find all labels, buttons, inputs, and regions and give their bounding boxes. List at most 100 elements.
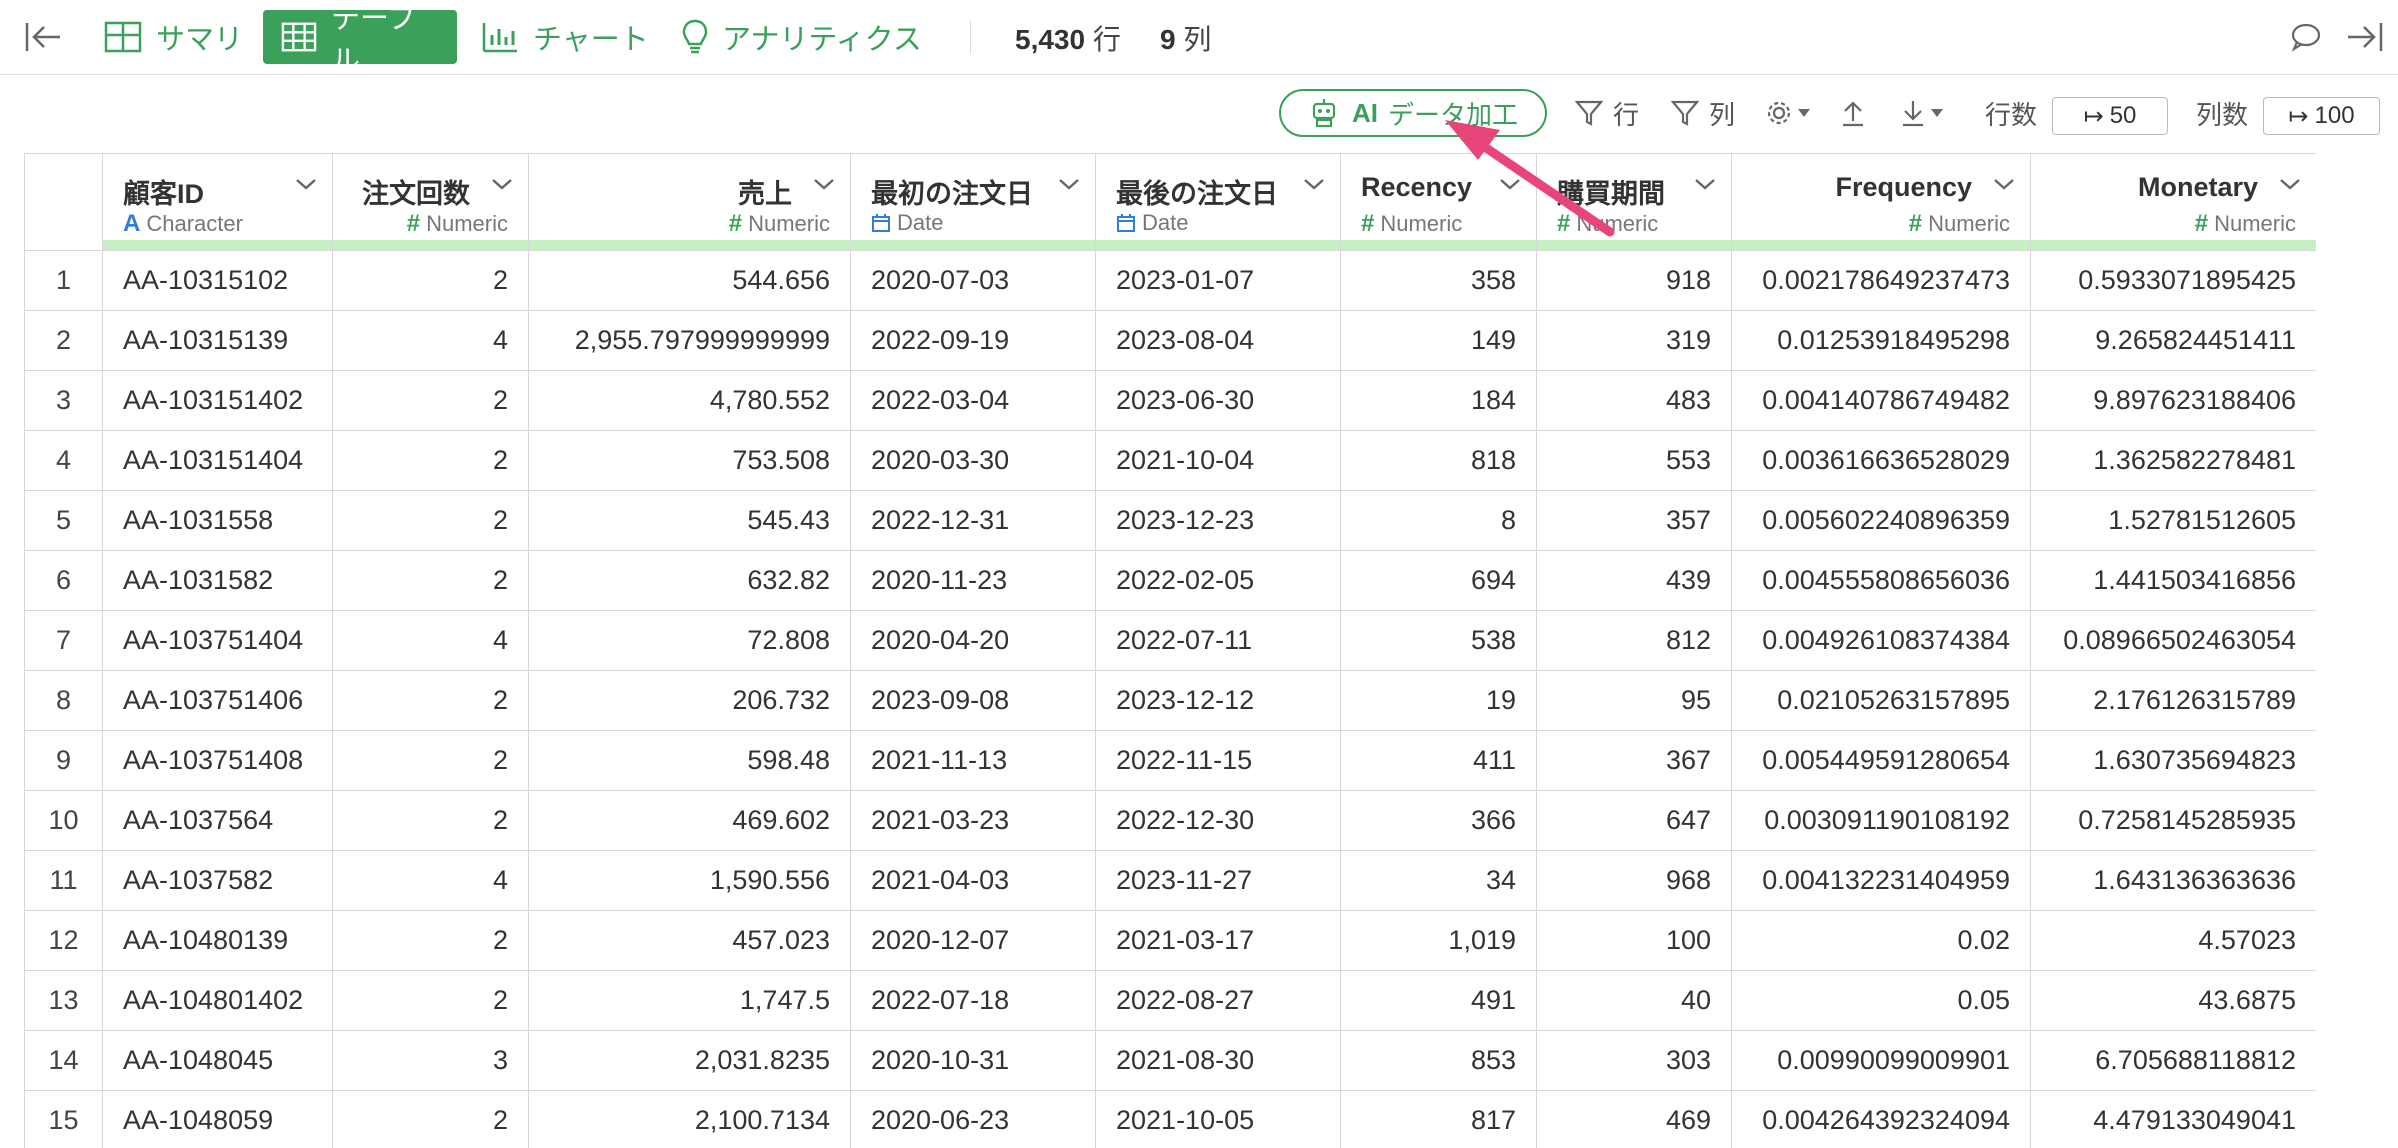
column-header-sales[interactable]: 売上 # Numeric [528, 153, 851, 251]
table-cell[interactable]: 2 [332, 1090, 529, 1148]
table-cell[interactable]: 2,955.797999999999 [528, 310, 851, 371]
table-cell[interactable]: 34 [1340, 850, 1537, 911]
table-cell[interactable]: AA-1031558 [102, 490, 333, 551]
chevron-down-icon[interactable] [1302, 176, 1326, 197]
table-cell[interactable]: 2022-03-04 [850, 370, 1096, 431]
table-cell[interactable]: 1.441503416856 [2030, 550, 2316, 611]
table-cell[interactable]: 358 [1340, 250, 1537, 311]
table-cell[interactable]: 2023-08-04 [1095, 310, 1341, 371]
table-cell[interactable]: 632.82 [528, 550, 851, 611]
chevron-down-icon[interactable] [2278, 176, 2302, 197]
table-cell[interactable]: 817 [1340, 1090, 1537, 1148]
table-cell[interactable]: 0.004140786749482 [1731, 370, 2031, 431]
table-cell[interactable]: 366 [1340, 790, 1537, 851]
table-cell[interactable]: AA-103751406 [102, 670, 333, 731]
rows-per-page-input[interactable]: ↦ 50 [2052, 97, 2168, 135]
table-cell[interactable]: 2022-07-18 [850, 970, 1096, 1031]
table-cell[interactable]: 1.630735694823 [2030, 730, 2316, 791]
column-header-frequency[interactable]: Frequency # Numeric [1731, 153, 2031, 251]
table-cell[interactable]: 2 [332, 550, 529, 611]
table-cell[interactable]: 3 [332, 1030, 529, 1091]
table-cell[interactable]: 2 [332, 730, 529, 791]
download-menu-button[interactable] [1900, 89, 1944, 137]
chevron-down-icon[interactable] [1498, 176, 1522, 197]
tab-summary[interactable]: サマリ [86, 10, 261, 64]
table-cell[interactable]: 457.023 [528, 910, 851, 971]
table-cell[interactable]: 149 [1340, 310, 1537, 371]
table-cell[interactable]: AA-1037582 [102, 850, 333, 911]
table-cell[interactable]: 72.808 [528, 610, 851, 671]
table-cell[interactable]: 206.732 [528, 670, 851, 731]
table-cell[interactable]: 100 [1536, 910, 1732, 971]
table-cell[interactable]: 2 [332, 670, 529, 731]
table-cell[interactable]: AA-1037564 [102, 790, 333, 851]
table-cell[interactable]: 95 [1536, 670, 1732, 731]
column-header-recency[interactable]: Recency # Numeric [1340, 153, 1537, 251]
table-cell[interactable]: 553 [1536, 430, 1732, 491]
table-cell[interactable]: 0.7258145285935 [2030, 790, 2316, 851]
table-cell[interactable]: 544.656 [528, 250, 851, 311]
table-cell[interactable]: 818 [1340, 430, 1537, 491]
table-cell[interactable]: 8 [1340, 490, 1537, 551]
table-cell[interactable]: 0.004264392324094 [1731, 1090, 2031, 1148]
table-cell[interactable]: 2022-09-19 [850, 310, 1096, 371]
table-cell[interactable]: 319 [1536, 310, 1732, 371]
chevron-down-icon[interactable] [294, 176, 318, 197]
column-header-order-count[interactable]: 注文回数 # Numeric [332, 153, 529, 251]
table-cell[interactable]: 1.643136363636 [2030, 850, 2316, 911]
table-cell[interactable]: 0.004555808656036 [1731, 550, 2031, 611]
table-cell[interactable]: 812 [1536, 610, 1732, 671]
table-cell[interactable]: 0.02105263157895 [1731, 670, 2031, 731]
table-cell[interactable]: 0.003616636528029 [1731, 430, 2031, 491]
table-cell[interactable]: 2023-01-07 [1095, 250, 1341, 311]
settings-menu-button[interactable] [1765, 89, 1811, 137]
chevron-down-icon[interactable] [1693, 176, 1717, 197]
table-cell[interactable]: 2023-12-23 [1095, 490, 1341, 551]
table-cell[interactable]: AA-1031582 [102, 550, 333, 611]
table-cell[interactable]: 1.362582278481 [2030, 430, 2316, 491]
table-cell[interactable]: 2.176126315789 [2030, 670, 2316, 731]
table-cell[interactable]: 2 [332, 430, 529, 491]
table-cell[interactable]: 4.479133049041 [2030, 1090, 2316, 1148]
table-cell[interactable]: 2020-11-23 [850, 550, 1096, 611]
table-cell[interactable]: 0.004926108374384 [1731, 610, 2031, 671]
table-cell[interactable]: 469.602 [528, 790, 851, 851]
table-cell[interactable]: 2022-07-11 [1095, 610, 1341, 671]
table-cell[interactable]: 4 [332, 310, 529, 371]
tab-table[interactable]: テーブル [263, 3, 457, 77]
table-cell[interactable]: 184 [1340, 370, 1537, 431]
table-cell[interactable]: 2021-04-03 [850, 850, 1096, 911]
table-cell[interactable]: AA-103751404 [102, 610, 333, 671]
chevron-down-icon[interactable] [490, 176, 514, 197]
table-cell[interactable]: 491 [1340, 970, 1537, 1031]
table-cell[interactable]: 0.004132231404959 [1731, 850, 2031, 911]
table-cell[interactable]: 545.43 [528, 490, 851, 551]
table-cell[interactable]: 4.57023 [2030, 910, 2316, 971]
table-cell[interactable]: 598.48 [528, 730, 851, 791]
table-cell[interactable]: 4,780.552 [528, 370, 851, 431]
table-cell[interactable]: 411 [1340, 730, 1537, 791]
table-cell[interactable]: 753.508 [528, 430, 851, 491]
table-cell[interactable]: 2021-11-13 [850, 730, 1096, 791]
collapse-left-icon[interactable] [24, 20, 62, 54]
table-cell[interactable]: 40 [1536, 970, 1732, 1031]
column-header-first-order-date[interactable]: 最初の注文日 Date [850, 153, 1096, 251]
table-cell[interactable]: 2021-03-17 [1095, 910, 1341, 971]
table-cell[interactable]: 2022-12-30 [1095, 790, 1341, 851]
table-cell[interactable]: 4 [332, 610, 529, 671]
table-cell[interactable]: 2023-09-08 [850, 670, 1096, 731]
table-cell[interactable]: AA-10315102 [102, 250, 333, 311]
table-cell[interactable]: 2,100.7134 [528, 1090, 851, 1148]
table-cell[interactable]: 6.705688118812 [2030, 1030, 2316, 1091]
table-cell[interactable]: AA-10480139 [102, 910, 333, 971]
chevron-down-icon[interactable] [812, 176, 836, 197]
table-cell[interactable]: 0.00990099009901 [1731, 1030, 2031, 1091]
table-cell[interactable]: 303 [1536, 1030, 1732, 1091]
chevron-down-icon[interactable] [1057, 176, 1081, 197]
table-cell[interactable]: AA-104801402 [102, 970, 333, 1031]
table-cell[interactable]: 2020-06-23 [850, 1090, 1096, 1148]
table-cell[interactable]: 0.02 [1731, 910, 2031, 971]
table-cell[interactable]: 0.005449591280654 [1731, 730, 2031, 791]
column-filter-button[interactable]: 列 [1671, 89, 1735, 137]
table-cell[interactable]: 2023-11-27 [1095, 850, 1341, 911]
